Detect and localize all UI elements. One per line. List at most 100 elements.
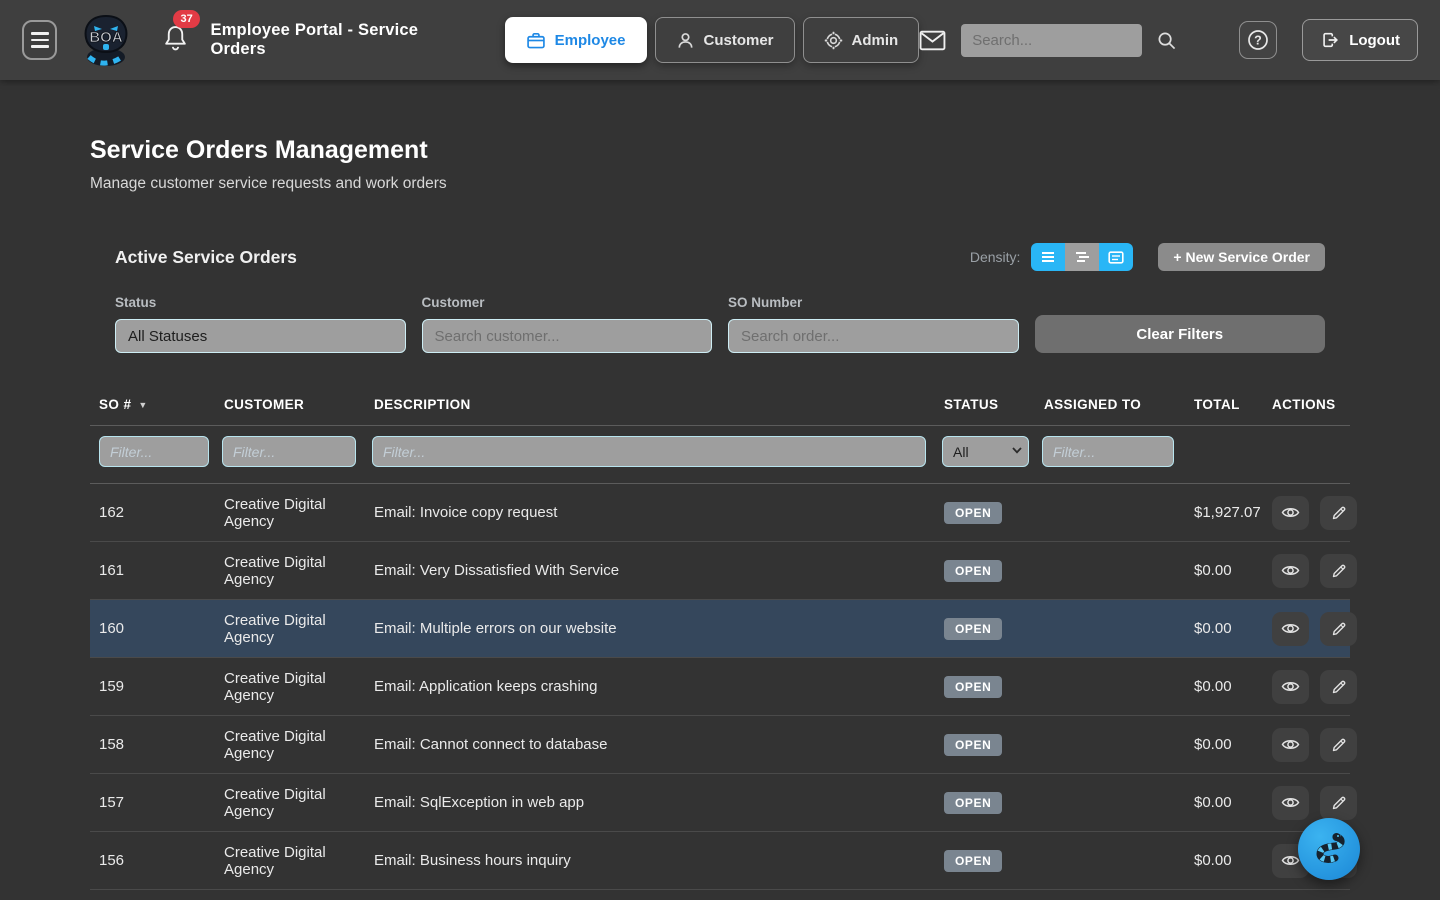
edit-order-button[interactable] <box>1320 554 1357 588</box>
orders-table-body: 162 Creative Digital Agency Email: Invoi… <box>90 484 1350 890</box>
so-number-search-input[interactable] <box>728 319 1019 353</box>
service-order-row[interactable]: 156 Creative Digital Agency Email: Busin… <box>90 832 1350 890</box>
edit-order-button[interactable] <box>1320 786 1357 820</box>
service-order-row[interactable]: 157 Creative Digital Agency Email: SqlEx… <box>90 774 1350 832</box>
edit-order-button[interactable] <box>1320 670 1357 704</box>
status-badge: OPEN <box>944 850 1002 872</box>
assigned-column-filter-input[interactable] <box>1042 436 1174 467</box>
edit-order-button[interactable] <box>1320 728 1357 762</box>
actions-cell <box>1264 484 1350 542</box>
status-badge: OPEN <box>944 676 1002 698</box>
so-column-filter-input[interactable] <box>99 436 209 467</box>
service-order-row[interactable]: 161 Creative Digital Agency Email: Very … <box>90 542 1350 600</box>
density-standard-button[interactable] <box>1065 243 1099 271</box>
portal-tabs: Employee Customer <box>505 17 920 63</box>
tab-customer[interactable]: Customer <box>655 17 795 63</box>
density-compact-button[interactable] <box>1031 243 1065 271</box>
top-navbar: BOA 37 Employee Portal - Service Orders … <box>0 0 1440 80</box>
total-cell: $1,927.07 <box>1186 484 1264 542</box>
eye-icon <box>1281 621 1300 636</box>
column-header-customer[interactable]: CUSTOMER <box>216 387 366 426</box>
edit-order-button[interactable] <box>1320 496 1357 530</box>
logout-button[interactable]: Logout <box>1302 19 1418 61</box>
search-submit-button[interactable] <box>1157 31 1176 50</box>
tab-customer-label: Customer <box>704 32 774 49</box>
status-filter-group: Status All Statuses <box>115 295 406 353</box>
column-header-assigned[interactable]: ASSIGNED TO <box>1036 387 1186 426</box>
status-badge: OPEN <box>944 618 1002 640</box>
pencil-icon <box>1331 563 1347 579</box>
customer-cell: Creative Digital Agency <box>216 716 366 774</box>
actions-cell <box>1264 600 1350 658</box>
so-number-cell: 156 <box>90 832 216 890</box>
column-header-status[interactable]: STATUS <box>936 387 1036 426</box>
help-button[interactable]: ? <box>1239 21 1277 59</box>
customer-cell: Creative Digital Agency <box>216 774 366 832</box>
filters-bar: Status All Statuses Customer SO Number C… <box>90 295 1350 353</box>
eye-icon <box>1281 737 1300 752</box>
view-order-button[interactable] <box>1272 670 1309 704</box>
status-cell: OPEN <box>936 716 1036 774</box>
status-cell: OPEN <box>936 774 1036 832</box>
customer-cell: Creative Digital Agency <box>216 484 366 542</box>
status-cell: OPEN <box>936 542 1036 600</box>
service-order-row[interactable]: 160 Creative Digital Agency Email: Multi… <box>90 600 1350 658</box>
actions-cell <box>1264 658 1350 716</box>
status-badge: OPEN <box>944 502 1002 524</box>
eye-icon <box>1281 563 1300 578</box>
column-header-description[interactable]: DESCRIPTION <box>366 387 936 426</box>
description-column-filter-input[interactable] <box>372 436 926 467</box>
assigned-to-cell <box>1036 600 1186 658</box>
notification-count-badge: 37 <box>173 10 199 28</box>
pencil-icon <box>1331 505 1347 521</box>
clear-filters-button[interactable]: Clear Filters <box>1035 315 1326 353</box>
service-order-row[interactable]: 162 Creative Digital Agency Email: Invoi… <box>90 484 1350 542</box>
view-order-button[interactable] <box>1272 496 1309 530</box>
view-order-button[interactable] <box>1272 786 1309 820</box>
view-order-button[interactable] <box>1272 554 1309 588</box>
service-orders-table: SO #▼ CUSTOMER DESCRIPTION STATUS ASSIGN… <box>90 387 1350 890</box>
tab-admin[interactable]: Admin <box>803 17 920 63</box>
total-cell: $0.00 <box>1186 774 1264 832</box>
column-header-so[interactable]: SO #▼ <box>90 387 216 426</box>
density-card-button[interactable] <box>1099 243 1133 271</box>
assistant-fab-button[interactable] <box>1298 818 1360 880</box>
assigned-to-cell <box>1036 774 1186 832</box>
new-service-order-button[interactable]: + New Service Order <box>1158 243 1325 271</box>
total-cell: $0.00 <box>1186 832 1264 890</box>
description-cell: Email: Cannot connect to database <box>366 716 936 774</box>
status-filter-select[interactable]: All Statuses <box>115 319 406 353</box>
customer-search-input[interactable] <box>422 319 713 353</box>
navbar-title: Employee Portal - Service Orders <box>210 21 444 59</box>
customer-cell: Creative Digital Agency <box>216 600 366 658</box>
pencil-icon <box>1331 621 1347 637</box>
messages-button[interactable] <box>919 30 946 51</box>
customer-column-filter-input[interactable] <box>222 436 356 467</box>
so-number-cell: 159 <box>90 658 216 716</box>
view-order-button[interactable] <box>1272 612 1309 646</box>
status-cell: OPEN <box>936 658 1036 716</box>
column-header-total[interactable]: TOTAL <box>1186 387 1264 426</box>
so-number-cell: 162 <box>90 484 216 542</box>
edit-order-button[interactable] <box>1320 612 1357 646</box>
navbar-right-controls: ? Logout <box>919 19 1418 61</box>
global-search-input[interactable] <box>961 24 1142 57</box>
panel-title: Active Service Orders <box>115 247 297 268</box>
customer-filter-group: Customer <box>422 295 713 353</box>
compact-view-icon <box>1040 251 1056 263</box>
eye-icon <box>1281 795 1300 810</box>
description-cell: Email: Multiple errors on our website <box>366 600 936 658</box>
service-order-row[interactable]: 158 Creative Digital Agency Email: Canno… <box>90 716 1350 774</box>
page-title: Service Orders Management <box>90 136 1350 165</box>
notifications-button[interactable]: 37 <box>163 24 188 56</box>
view-order-button[interactable] <box>1272 728 1309 762</box>
status-column-filter-select[interactable]: All <box>942 436 1029 467</box>
service-order-row[interactable]: 159 Creative Digital Agency Email: Appli… <box>90 658 1350 716</box>
so-number-cell: 158 <box>90 716 216 774</box>
tab-employee[interactable]: Employee <box>505 17 647 63</box>
menu-button[interactable] <box>22 20 57 60</box>
page-subtitle: Manage customer service requests and wor… <box>90 175 1350 193</box>
actions-cell <box>1264 542 1350 600</box>
total-cell: $0.00 <box>1186 658 1264 716</box>
assigned-to-cell <box>1036 716 1186 774</box>
